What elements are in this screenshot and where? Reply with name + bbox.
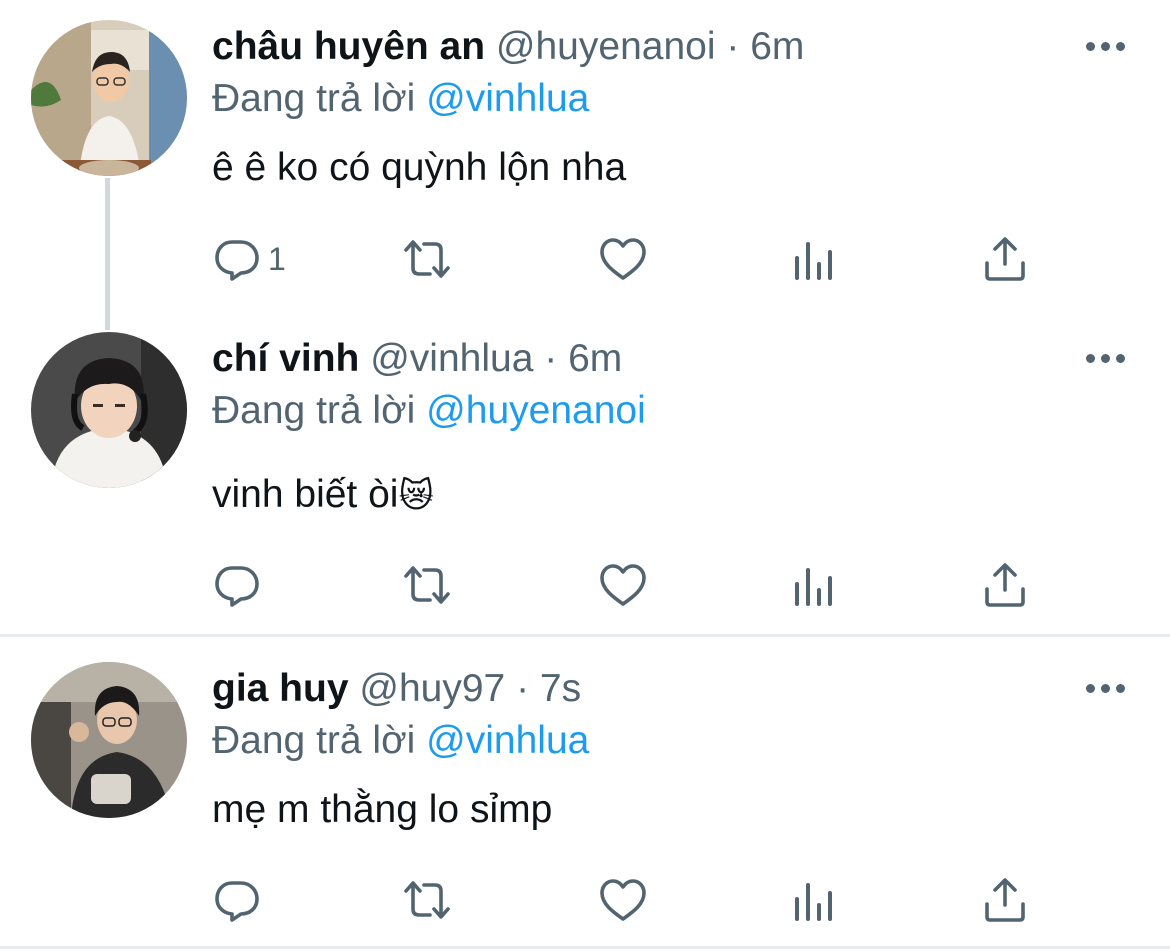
display-name[interactable]: gia huy	[212, 667, 349, 710]
timestamp[interactable]: 6m	[568, 337, 622, 380]
more-dots-icon	[1086, 42, 1095, 51]
share-button[interactable]	[980, 875, 1030, 925]
speech-bubble-icon	[212, 560, 262, 610]
mention-link[interactable]: @huyenanoi	[426, 389, 646, 432]
replying-to: Đang trả lời @vinhlua	[212, 76, 589, 122]
replying-to: Đang trả lời @vinhlua	[212, 718, 589, 764]
reply-count: 1	[268, 240, 286, 277]
reply-button[interactable]: 1	[212, 234, 286, 284]
retweet-button[interactable]	[402, 875, 452, 925]
heart-icon	[598, 560, 648, 610]
reply-button[interactable]	[212, 560, 268, 610]
more-dots-icon	[1086, 684, 1095, 693]
separator-dot: ·	[544, 337, 558, 380]
action-bar	[212, 875, 1052, 925]
replying-to-label: Đang trả lời	[212, 77, 416, 120]
separator-dot: ·	[726, 25, 740, 68]
tweet-text: vinh biết òi😿	[212, 472, 434, 519]
user-handle[interactable]: @huyenanoi	[496, 25, 716, 68]
speech-bubble-icon	[212, 875, 262, 925]
user-handle[interactable]: @vinhlua	[370, 337, 533, 380]
separator-dot: ·	[516, 667, 530, 710]
like-button[interactable]	[598, 560, 648, 610]
heart-icon	[598, 234, 648, 284]
timestamp[interactable]: 7s	[540, 667, 581, 710]
tweet-divider	[0, 634, 1170, 637]
tweet-header: chí vinh @vinhlua · 6m	[212, 336, 622, 382]
bar-chart-icon	[790, 875, 840, 925]
more-options-button[interactable]	[1086, 42, 1126, 54]
tweet-header: châu huyên an @huyenanoi · 6m	[212, 24, 804, 70]
avatar[interactable]	[31, 662, 187, 818]
replying-to-label: Đang trả lời	[212, 719, 416, 762]
speech-bubble-icon	[212, 234, 262, 284]
replying-to-label: Đang trả lời	[212, 389, 416, 432]
analytics-button[interactable]	[790, 560, 840, 610]
share-button[interactable]	[980, 560, 1030, 610]
like-button[interactable]	[598, 875, 648, 925]
tweet-reply[interactable]: chí vinh @vinhlua · 6m Đang trả lời @huy…	[0, 318, 1170, 636]
user-handle[interactable]: @huy97	[359, 667, 505, 710]
action-bar: 1	[212, 234, 1052, 284]
more-dots-icon	[1086, 354, 1095, 363]
retweet-icon	[402, 560, 452, 610]
heart-icon	[598, 875, 648, 925]
timestamp[interactable]: 6m	[750, 25, 804, 68]
tweet-text: ê ê ko có quỳnh lộn nha	[212, 146, 627, 189]
display-name[interactable]: châu huyên an	[212, 25, 485, 68]
avatar[interactable]	[31, 332, 187, 488]
analytics-button[interactable]	[790, 875, 840, 925]
analytics-button[interactable]	[790, 234, 840, 284]
crying-cat-emoji: 😿	[398, 477, 434, 515]
retweet-button[interactable]	[402, 560, 452, 610]
more-options-button[interactable]	[1086, 354, 1126, 366]
mention-link[interactable]: @vinhlua	[426, 77, 589, 120]
replying-to: Đang trả lời @huyenanoi	[212, 388, 646, 434]
share-icon	[980, 234, 1030, 284]
more-options-button[interactable]	[1086, 684, 1126, 696]
bar-chart-icon	[790, 234, 840, 284]
tweet-text-content: vinh biết òi	[212, 473, 399, 516]
avatar[interactable]	[31, 20, 187, 176]
share-icon	[980, 875, 1030, 925]
reply-button[interactable]	[212, 875, 268, 925]
tweet-reply[interactable]: gia huy @huy97 · 7s Đang trả lời @vinhlu…	[0, 638, 1170, 952]
action-bar	[212, 560, 1052, 610]
tweet-text: mẹ m thằng lo sỉmp	[212, 788, 553, 831]
like-button[interactable]	[598, 234, 648, 284]
retweet-icon	[402, 875, 452, 925]
bar-chart-icon	[790, 560, 840, 610]
tweet-header: gia huy @huy97 · 7s	[212, 666, 581, 712]
retweet-button[interactable]	[402, 234, 452, 284]
retweet-icon	[402, 234, 452, 284]
display-name[interactable]: chí vinh	[212, 337, 359, 380]
share-icon	[980, 560, 1030, 610]
mention-link[interactable]: @vinhlua	[426, 719, 589, 762]
tweet-reply[interactable]: châu huyên an @huyenanoi · 6m Đang trả l…	[0, 0, 1170, 318]
share-button[interactable]	[980, 234, 1030, 284]
tweet-divider	[0, 946, 1170, 949]
